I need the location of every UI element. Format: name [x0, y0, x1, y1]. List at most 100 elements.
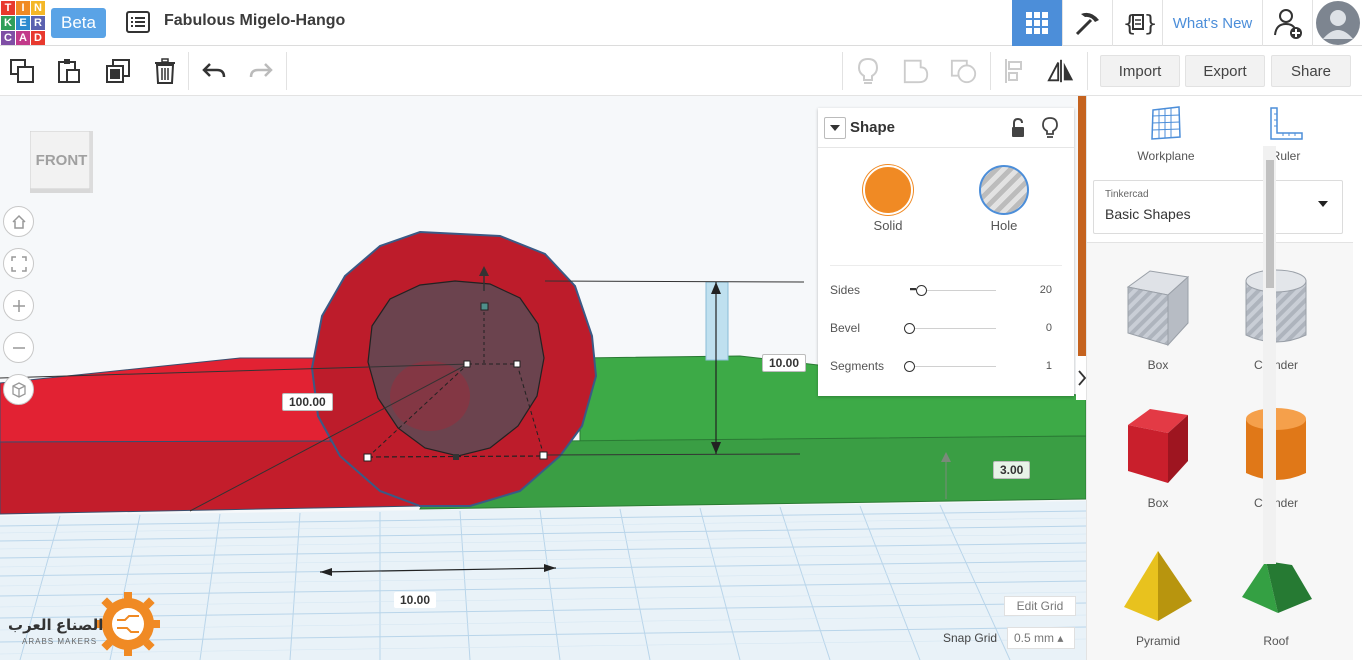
whats-new-link[interactable]: What's New [1162, 0, 1262, 46]
bevel-value[interactable]: 0 [1046, 322, 1052, 334]
box-icon [1128, 409, 1188, 483]
zoom-out-button[interactable] [3, 332, 34, 363]
workplane-tool[interactable]: Workplane [1121, 106, 1211, 163]
workplane-canvas[interactable]: FRONT 100.00 10.00 3.00 10.00 Shape Soli… [0, 96, 1086, 660]
shape-hole-box[interactable]: Box [1099, 265, 1217, 372]
home-icon [11, 214, 26, 229]
show-all-button[interactable] [854, 57, 882, 85]
blocks-view-button[interactable] [1062, 0, 1112, 46]
align-button[interactable] [1001, 57, 1029, 85]
export-button[interactable]: Export [1185, 55, 1265, 87]
segments-label: Segments [830, 359, 885, 373]
import-button[interactable]: Import [1100, 55, 1180, 87]
undo-button[interactable] [200, 57, 228, 85]
lock-icon[interactable] [1010, 118, 1026, 138]
shape-hole-cylinder[interactable]: Cylinder [1217, 265, 1335, 372]
solid-color-button[interactable] [863, 165, 913, 215]
invite-user-button[interactable] [1262, 0, 1312, 46]
mirror-icon [1047, 59, 1074, 83]
copy-button[interactable] [8, 57, 36, 85]
shape-box[interactable]: Box [1099, 403, 1217, 510]
design-list-icon[interactable] [126, 11, 150, 33]
logo-letter: C [1, 31, 15, 45]
library-source: Tinkercad [1105, 189, 1149, 200]
chevron-right-icon [1078, 370, 1086, 386]
tinkercad-logo[interactable]: T I N K E R C A D [0, 0, 45, 45]
watermark-english: ARABS MAKERS [22, 637, 98, 646]
shape-cylinder[interactable]: Cylinder [1217, 403, 1335, 510]
home-view-button[interactable] [3, 206, 34, 237]
fit-view-icon [10, 255, 27, 272]
ruler-icon [1270, 107, 1303, 140]
sides-value[interactable]: 20 [1040, 284, 1052, 296]
group-button[interactable] [902, 57, 930, 85]
plus-icon [12, 299, 25, 312]
codeblocks-button[interactable]: { } [1112, 0, 1162, 46]
caret-down-icon [830, 125, 840, 131]
redo-button[interactable] [247, 57, 275, 85]
shape-roof[interactable]: Roof [1217, 541, 1335, 648]
ruler-tool[interactable]: Ruler [1241, 106, 1331, 163]
shape-inspector: Shape Solid Hole Sides 20 Bevel 0 Segmen… [818, 108, 1074, 396]
shapes-scrollbar[interactable] [1263, 146, 1276, 564]
shape-pyramid[interactable]: Pyramid [1099, 541, 1217, 648]
user-avatar[interactable] [1312, 0, 1362, 46]
duplicate-icon [106, 59, 130, 83]
cube-icon [11, 381, 26, 398]
group-icon [903, 59, 929, 84]
view-cube-face-label: FRONT [35, 152, 88, 169]
lightbulb-icon[interactable] [1042, 117, 1058, 139]
trash-icon [155, 58, 175, 84]
segments-slider-knob[interactable] [904, 361, 915, 372]
workplane-label: Workplane [1137, 149, 1195, 163]
scrollbar-thumb[interactable] [1266, 160, 1274, 288]
minus-icon [12, 346, 25, 349]
avatar-icon [1315, 1, 1360, 45]
edit-grid-button[interactable]: Edit Grid [1004, 596, 1076, 616]
paste-button[interactable] [55, 57, 83, 85]
edit-toolbar: Import Export Share [0, 47, 1362, 96]
logo-letter: R [31, 16, 45, 30]
svg-text:}: } [1144, 12, 1155, 37]
3d-design-view-button[interactable] [1012, 0, 1062, 46]
delete-button[interactable] [151, 57, 179, 85]
segments-value[interactable]: 1 [1046, 360, 1052, 372]
hole-cylinder-icon [1245, 269, 1307, 343]
perspective-toggle-button[interactable] [3, 374, 34, 405]
elevation-dimension-input[interactable]: 3.00 [993, 461, 1031, 479]
beta-badge[interactable]: Beta [51, 8, 106, 38]
segments-slider-track[interactable] [910, 366, 996, 367]
snap-grid-select[interactable]: 0.5 mm ▴ [1007, 627, 1075, 649]
inspector-collapse-button[interactable] [824, 117, 846, 139]
snap-grid-label: Snap Grid [943, 631, 998, 645]
sides-label: Sides [830, 283, 861, 297]
watermark-arabic: الصناع العرب [8, 617, 104, 634]
bevel-slider-knob[interactable] [904, 323, 915, 334]
cylinder-icon [1246, 408, 1306, 480]
mirror-button[interactable] [1047, 57, 1075, 85]
pickaxe-icon [1075, 12, 1099, 36]
bevel-slider-track[interactable] [910, 328, 996, 329]
top-bar: T I N K E R C A D Beta Fabulous Migelo-H… [0, 0, 1362, 46]
ungroup-button[interactable] [950, 57, 978, 85]
fit-view-button[interactable] [3, 248, 34, 279]
zoom-in-button[interactable] [3, 290, 34, 321]
shape-label: Box [1147, 496, 1169, 510]
add-user-icon [1273, 9, 1302, 39]
sides-slider-knob[interactable] [916, 285, 927, 296]
logo-letter: K [1, 16, 15, 30]
shape-library-select[interactable]: Tinkercad Basic Shapes [1093, 180, 1343, 234]
grid-icon [1026, 12, 1048, 34]
hole-button[interactable] [979, 165, 1029, 215]
lightbulb-icon [857, 57, 879, 84]
design-title[interactable]: Fabulous Migelo-Hango [164, 12, 345, 30]
grid-length-dimension-input[interactable]: 10.00 [394, 592, 437, 608]
share-button[interactable]: Share [1271, 55, 1351, 87]
hole-box-icon [1126, 270, 1190, 347]
height-dimension-input[interactable]: 10.00 [762, 354, 807, 372]
ungroup-icon [950, 59, 977, 84]
logo-letter: D [31, 31, 45, 45]
duplicate-button[interactable] [104, 57, 132, 85]
width-dimension-input[interactable]: 100.00 [282, 393, 333, 411]
logo-letter: I [16, 1, 30, 15]
